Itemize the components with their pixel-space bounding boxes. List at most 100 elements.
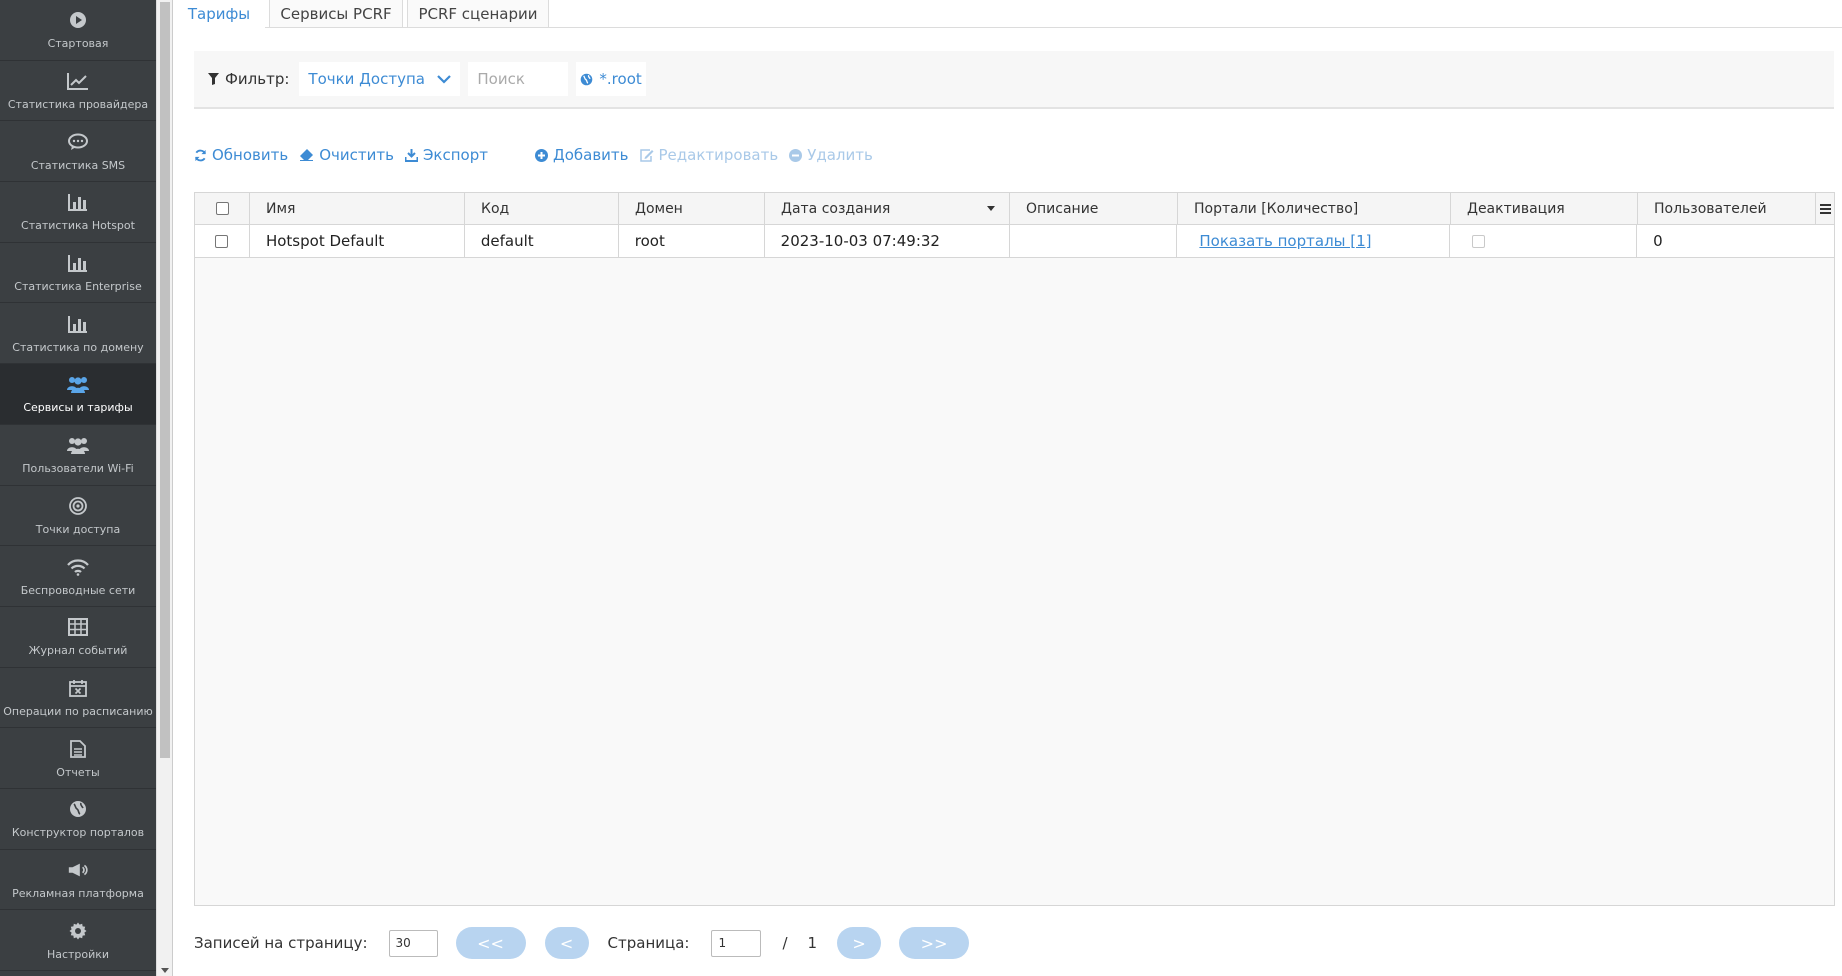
sidebar-item-ad-platform[interactable]: Рекламная платформа [0,850,156,911]
main-content: Тарифы Сервисы PCRF PCRF сценарии Фильтр… [173,0,1842,976]
sidebar-item-label: Беспроводные сети [20,583,136,597]
filter-icon [208,73,219,85]
sidebar-item-label: Статистика SMS [30,158,126,172]
globe-icon [581,73,593,85]
sidebar-scrollbar[interactable] [156,0,173,976]
download-icon [404,148,418,162]
edit-label: Редактировать [658,146,779,164]
bar-chart-icon [67,313,89,335]
sidebar-item-scheduled-operations[interactable]: Операции по расписанию [0,668,156,729]
cell-users: 0 [1653,232,1663,250]
scrollbar-thumb[interactable] [160,2,170,758]
eraser-icon [300,149,314,161]
clear-label: Очистить [319,146,394,164]
chat-bubble-icon [67,131,89,153]
export-button[interactable]: Экспорт [404,146,488,164]
row-select-cell [195,225,250,257]
sidebar-item-wireless-networks[interactable]: Беспроводные сети [0,546,156,607]
select-all-cell [195,193,250,224]
column-header-domain[interactable]: Домен [619,193,765,224]
cell-portals: Показать порталы [1] [1177,225,1451,257]
sidebar-item-sms-stats[interactable]: Статистика SMS [0,121,156,183]
tariffs-table: Имя Код Домен Дата создания Описание Пор… [194,192,1835,906]
sidebar-item-reports[interactable]: Отчеты [0,728,156,789]
domain-selector[interactable]: *.root [576,62,646,96]
search-input[interactable] [468,62,569,96]
per-page-label: Записей на страницу: [194,934,368,952]
sidebar-item-services-tariffs[interactable]: Сервисы и тарифы [0,364,156,425]
sidebar-item-label: Сервисы и тарифы [23,401,133,415]
sidebar-item-start[interactable]: Стартовая [0,0,156,61]
edit-button[interactable]: Редактировать [639,146,779,164]
prev-page-button[interactable]: < [544,927,589,959]
sidebar-item-label: Статистика по домену [12,340,144,354]
cell-deactivation [1450,225,1638,257]
domain-value: *.root [599,70,642,88]
sidebar-item-label: Конструктор порталов [11,826,145,840]
bar-chart-icon [67,191,89,213]
page-separator: / [782,934,788,952]
cell-name: Hotspot Default [250,225,465,257]
sidebar-item-domain-stats[interactable]: Статистика по домену [0,303,156,365]
users-group-icon [67,373,89,395]
edit-icon [639,148,653,162]
refresh-icon [195,149,206,161]
page-input[interactable] [711,929,762,957]
first-page-button[interactable]: << [455,927,526,959]
sidebar: Стартовая Статистика провайдера Статисти… [0,0,156,976]
sidebar-item-label: Статистика провайдера [7,98,149,112]
minus-circle-icon [789,148,803,162]
sidebar-item-label: Пользователи Wi-Fi [22,462,134,476]
column-header-code[interactable]: Код [465,193,619,224]
last-page-button[interactable]: >> [899,927,970,959]
scroll-down-arrow-icon[interactable] [161,968,169,973]
sidebar-item-enterprise-stats[interactable]: Статистика Enterprise [0,243,156,304]
toolbar: Обновить Очистить Экспорт Добавить Редак… [194,145,884,165]
users-group-icon [67,434,89,456]
sidebar-item-wifi-users[interactable]: Пользователи Wi-Fi [0,425,156,486]
sidebar-item-label: Настройки [46,947,110,961]
tab-pcrf-scenarios[interactable]: PCRF сценарии [407,0,549,28]
sidebar-item-label: Операции по расписанию [3,704,153,718]
select-all-checkbox[interactable] [215,202,229,215]
column-header-portals[interactable]: Портали [Количество] [1178,193,1451,224]
filter-label-text: Фильтр: [225,70,290,88]
column-header-deactivation[interactable]: Деактивация [1451,193,1638,224]
column-header-description[interactable]: Описание [1010,193,1178,224]
clear-button[interactable]: Очистить [299,146,394,164]
sidebar-item-event-log[interactable]: Журнал событий [0,607,156,668]
column-header-users[interactable]: Пользователей [1638,193,1816,224]
show-portals-link[interactable]: Показать порталы [1] [1199,232,1371,250]
sidebar-item-label: Статистика Hotspot [21,219,135,233]
delete-button[interactable]: Удалить [789,146,873,164]
sidebar-item-label: Отчеты [56,765,100,779]
delete-label: Удалить [807,146,873,164]
row-checkbox[interactable] [215,234,229,248]
column-header-name[interactable]: Имя [250,193,465,224]
sidebar-item-portal-builder[interactable]: Конструктор порталов [0,789,156,850]
cell-created: 2023-10-03 07:49:32 [765,225,1010,257]
add-button[interactable]: Добавить [534,146,629,164]
calendar-x-icon [67,677,89,699]
export-label: Экспорт [422,146,488,164]
sidebar-item-settings[interactable]: Настройки [0,910,156,971]
sidebar-item-hotspot-stats[interactable]: Статистика Hotspot [0,182,156,243]
globe-icon [67,798,89,820]
sidebar-item-access-points[interactable]: Точки доступа [0,486,156,547]
add-label: Добавить [552,146,629,164]
column-header-created[interactable]: Дата создания [765,193,1010,224]
sidebar-item-label: Стартовая [47,37,109,51]
sidebar-item-provider-stats[interactable]: Статистика провайдера [0,61,156,122]
sort-desc-icon [987,206,995,211]
line-chart-icon [67,70,89,92]
column-menu-button[interactable] [1815,193,1834,224]
tab-tariffs[interactable]: Тарифы [173,0,265,28]
filter-type-select[interactable]: Точки Доступа [299,62,461,96]
table-icon [67,616,89,638]
deactivation-checkbox [1472,234,1486,248]
table-row[interactable]: Hotspot Default default root 2023-10-03 … [195,225,1834,258]
refresh-button[interactable]: Обновить [194,146,288,164]
per-page-input[interactable] [388,929,438,957]
next-page-button[interactable]: > [837,927,882,959]
tab-pcrf-services[interactable]: Сервисы PCRF [269,0,403,28]
